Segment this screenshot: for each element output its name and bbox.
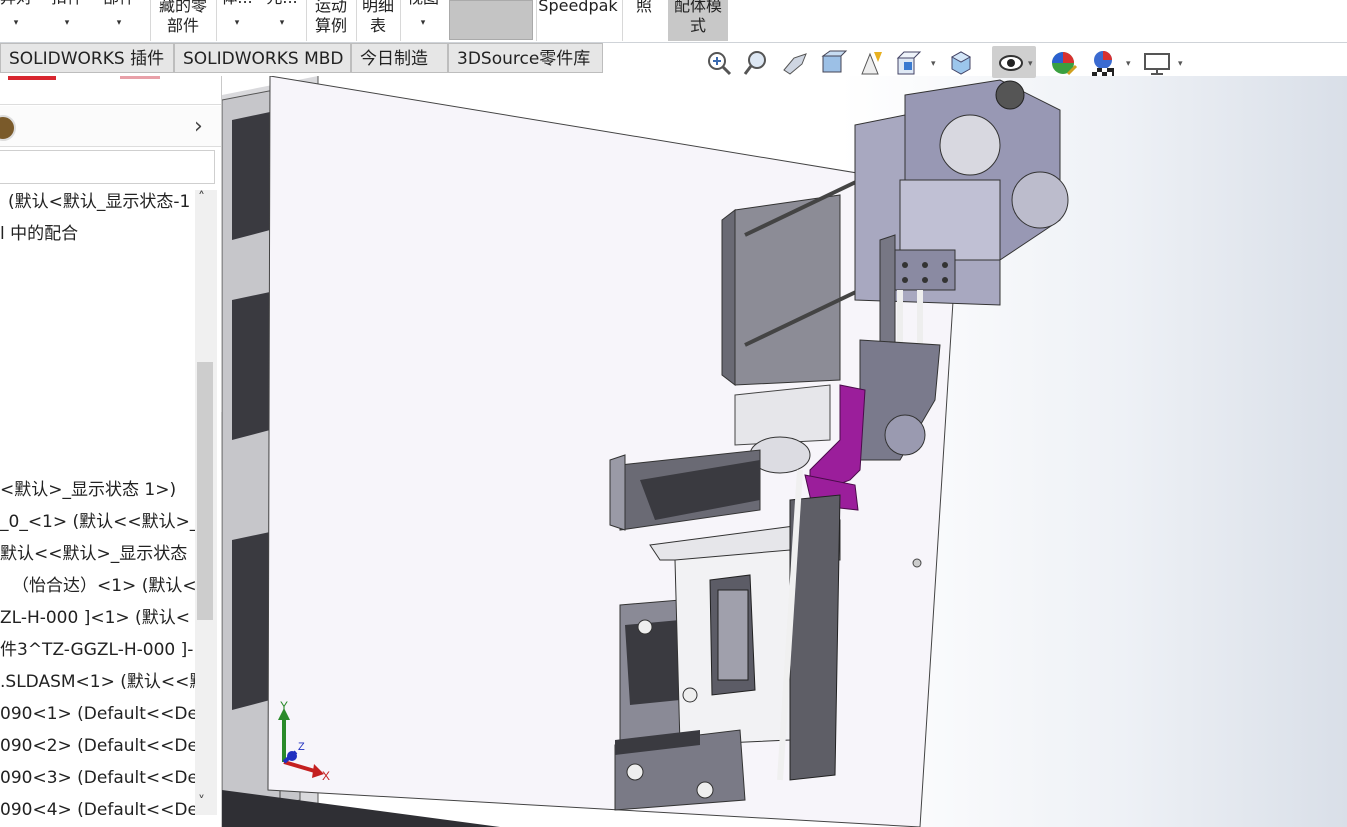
ribbon-label-2: 表 [369,16,386,35]
view-orientation-icon[interactable] [894,48,924,78]
chevron-down-icon[interactable]: ▾ [1178,59,1183,69]
tree-item[interactable]: ZL-H-000 ]<1> (默认< [0,607,190,629]
dynamic-annotation-icon[interactable] [856,48,886,78]
chevron-down-icon: ▾ [64,18,70,28]
ribbon-label: 体... [218,0,256,8]
section-view-icon[interactable] [818,48,848,78]
display-style-icon[interactable] [946,48,976,78]
ribbon-button-component[interactable]: 部件 ▾ [98,0,140,29]
ribbon-button-hidden-components[interactable]: 藏的零 部件 [152,0,214,37]
zoom-to-area-icon[interactable] [742,48,772,78]
ribbon-label: 视图 [402,0,444,8]
chevron-down-icon: ▾ [420,18,426,28]
tree-item-top-assembly[interactable]: (默认<默认_显示状态-1 [8,191,190,213]
ribbon-label: 扣件 [46,0,88,8]
panel-tab-strip [0,76,221,105]
feature-manager-panel: › (默认<默认_显示状态-1 l 中的配合 <默认>_显示状态 1>) _0_… [0,76,222,827]
ribbon-button-snapshot[interactable]: 照 [624,0,664,37]
ribbon-label: 照 [635,0,652,15]
triad-y-label: Y [280,700,288,713]
ribbon-button-blank[interactable] [449,0,533,40]
ribbon-button-fastener[interactable]: 扣件 ▾ [46,0,88,29]
tree-item[interactable]: <默认>_显示状态 1>) [0,479,176,501]
panel-tab-indicator-2 [120,76,160,79]
tree-item[interactable]: _0_<1> (默认<<默认>_显 [0,511,215,533]
heads-up-view-toolbar: ▾ ▾ ▾ ▾ [700,44,1200,80]
ribbon-button-motion-study[interactable]: 运动 算例 [308,0,354,37]
ribbon-label: 异对 [0,0,40,8]
tree-filter-input[interactable] [0,150,215,184]
chevron-down-icon[interactable]: ▾ [931,59,936,69]
triad-z-label: Z [298,741,305,753]
ribbon-label: Speedpak [538,0,618,15]
assembly-model[interactable] [222,76,1347,827]
coordinate-triad: Y Z X [278,700,330,783]
ribbon-label: 藏的零 [158,0,207,15]
tree-item[interactable]: 090<4> (Default<<Defa [0,799,214,821]
tree-item[interactable]: 090<3> (Default<<Defa [0,767,214,789]
ribbon-label-2: 算例 [314,16,347,35]
hide-show-items-icon[interactable] [996,48,1026,78]
command-manager-ribbon: 异对 ▾ 扣件 ▾ 部件 ▾ 藏的零 部件 体... ▾ 元... ▾ 运动 算… [0,0,1347,43]
tab-today-manufacturing[interactable]: 今日制造 [351,43,448,73]
chevron-down-icon: ▾ [13,18,19,28]
tab-solidworks-mbd[interactable]: SOLIDWORKS MBD [174,43,351,73]
ribbon-button-assembly-mode[interactable]: 配体模 式 [668,0,728,41]
tree-item[interactable]: .SLDASM<1> (默认<<默 [0,671,206,693]
ribbon-label: 部件 [98,0,140,8]
ribbon-button-view[interactable]: 视图 ▾ [402,0,444,29]
chevron-down-icon[interactable]: ˅ [198,794,205,810]
chevron-right-icon[interactable]: › [194,114,203,139]
apply-scene-icon[interactable] [1088,48,1118,78]
tree-item[interactable]: 默认<<默认>_显示状态 [0,543,187,565]
ribbon-label: 配体模 [673,0,722,15]
ribbon-button-0[interactable]: 异对 ▾ [0,0,40,29]
tab-solidworks-addins[interactable]: SOLIDWORKS 插件 [0,43,174,73]
ribbon-label-2: 部件 [166,16,199,35]
scrollbar-thumb[interactable] [197,362,213,620]
chevron-down-icon: ▾ [279,18,285,28]
tree-scrollbar[interactable]: ˄ ˅ [195,190,217,815]
ribbon-label: 明细 [361,0,394,15]
tree-item[interactable]: 090<2> (Default<<Defa [0,735,214,757]
ribbon-label-2: 式 [689,16,706,35]
ribbon-button-element[interactable]: 元... ▾ [262,0,302,29]
tree-item[interactable]: 件3^TZ-GGZL-H-000 ]- [0,639,193,661]
ribbon-button-speedpak[interactable]: Speedpak [538,0,618,37]
ribbon-button-body[interactable]: 体... ▾ [218,0,256,29]
tree-item[interactable]: （怡合达）<1> (默认<< [12,575,211,597]
previous-view-icon[interactable] [780,48,810,78]
view-settings-icon[interactable] [1142,48,1172,78]
chevron-down-icon[interactable]: ▾ [1028,59,1033,69]
graphics-area[interactable]: Y Z X [222,76,1347,827]
chevron-down-icon: ▾ [234,18,240,28]
triad-x-label: X [322,769,330,783]
chevron-down-icon[interactable]: ▾ [1126,59,1131,69]
tree-item[interactable]: 090<1> (Default<<Defa [0,703,214,725]
ribbon-button-bom[interactable]: 明细 表 [358,0,398,37]
panel-icon-row [0,106,221,147]
tree-item-mates[interactable]: l 中的配合 [0,223,78,245]
chevron-up-icon[interactable]: ˄ [198,190,205,206]
panel-tab-indicator [8,76,56,80]
ribbon-label: 元... [262,0,302,8]
tab-3dsource-parts[interactable]: 3DSource零件库 [448,43,603,73]
edit-appearance-icon[interactable] [1048,48,1078,78]
ribbon-label: 运动 [314,0,347,15]
chevron-down-icon: ▾ [116,18,122,28]
zoom-to-fit-icon[interactable] [704,48,734,78]
